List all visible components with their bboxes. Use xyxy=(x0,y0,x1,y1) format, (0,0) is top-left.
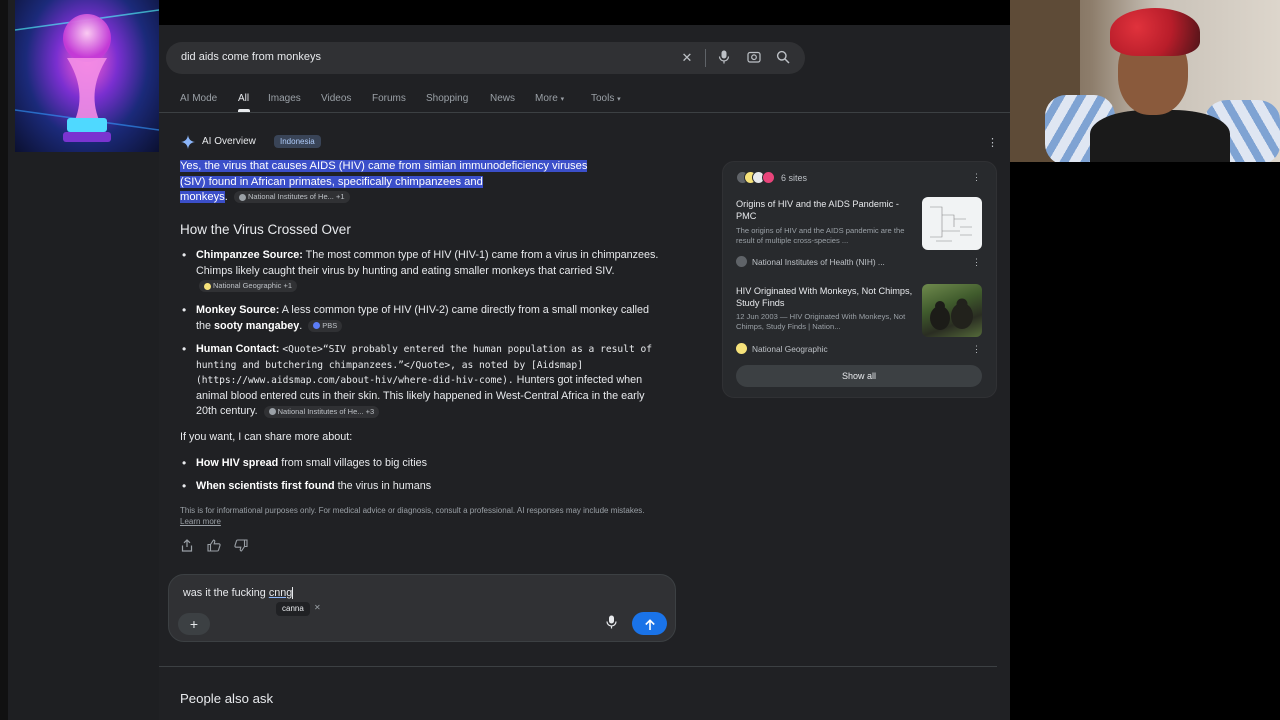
tab-videos[interactable]: Videos xyxy=(321,93,351,104)
sparkle-icon xyxy=(181,135,195,149)
citation-label: National Geographic +1 xyxy=(213,281,293,291)
tab-news[interactable]: News xyxy=(490,93,515,104)
source-favicons[interactable] xyxy=(736,171,776,184)
share-icon[interactable] xyxy=(181,539,193,555)
answer-line-1: Yes, the virus that causes AIDS (HIV) ca… xyxy=(180,160,588,172)
more-options-icon[interactable]: ⋮ xyxy=(972,344,981,355)
more-options-icon[interactable]: ⋮ xyxy=(987,136,998,149)
misspelled-word: cnng xyxy=(268,587,293,599)
webcam-feed xyxy=(1010,0,1280,162)
bullet-chimpanzee: Chimpanzee Source: The most common type … xyxy=(180,248,660,295)
top-black-bar xyxy=(159,0,1010,25)
ai-overview-title: AI Overview xyxy=(202,136,256,147)
nih-favicon xyxy=(736,256,747,267)
text-caret xyxy=(292,587,294,600)
search-divider xyxy=(705,49,706,67)
bullet-bold: Monkey Source: xyxy=(196,304,280,316)
tab-more[interactable]: More ▾ xyxy=(535,93,564,104)
right-black-area xyxy=(1010,162,1280,720)
add-attachment-button[interactable]: + xyxy=(178,613,210,635)
source-title-2[interactable]: HIV Originated With Monkeys, Not Chimps,… xyxy=(736,285,916,309)
disclaimer: This is for informational purposes only.… xyxy=(180,506,650,527)
citation-label: National Institutes of He... +3 xyxy=(277,406,375,416)
followup-input-box[interactable] xyxy=(168,574,676,642)
more-topic-1[interactable]: How HIV spread from small villages to bi… xyxy=(180,456,660,472)
bullet-bold-2: sooty mangabey xyxy=(214,319,300,332)
tab-more-label: More xyxy=(535,93,558,104)
thumbs-down-icon[interactable] xyxy=(234,539,248,555)
dismiss-suggestion-icon[interactable]: ✕ xyxy=(314,603,321,612)
lens-icon[interactable] xyxy=(746,50,762,66)
chevron-down-icon: ▾ xyxy=(617,96,621,103)
topic-text: from small villages to big cities xyxy=(278,457,428,469)
bullet-bold: Chimpanzee Source: xyxy=(196,249,303,261)
tab-ai-mode[interactable]: AI Mode xyxy=(180,93,217,104)
more-options-icon[interactable]: ⋮ xyxy=(972,257,981,268)
source-snippet-1: The origins of HIV and the AIDS pandemic… xyxy=(736,226,905,245)
answer-line-2: (SIV) found in African primates, specifi… xyxy=(180,175,483,188)
topic-bold: How HIV spread xyxy=(196,457,279,469)
bullet-human-contact: Human Contact: <Quote>“SIV probably ente… xyxy=(180,342,660,420)
more-topic-2[interactable]: When scientists first found the virus in… xyxy=(180,479,660,495)
source-snippet-2: 12 Jun 2003 — HIV Originated With Monkey… xyxy=(736,312,906,331)
bullet-end: . xyxy=(299,319,303,332)
citation-chip[interactable]: National Institutes of He... +3 xyxy=(263,405,380,418)
mic-icon[interactable] xyxy=(716,50,732,66)
source-site-2: National Geographic xyxy=(752,344,828,354)
location-chip[interactable]: Indonesia xyxy=(274,135,321,148)
followup-prompt-text: If you want, I can share more about: xyxy=(180,431,353,443)
ai-answer: Yes, the virus that causes AIDS (HIV) ca… xyxy=(180,160,588,204)
followup-typed: was it the fucking xyxy=(183,587,269,599)
tab-all[interactable]: All xyxy=(238,93,249,104)
followup-input[interactable]: was it the fucking cnng xyxy=(183,587,294,600)
voice-input-icon[interactable] xyxy=(606,615,617,632)
source-thumbnail-2[interactable] xyxy=(922,284,982,337)
source-thumbnail-1[interactable] xyxy=(922,197,982,250)
topic-text: the virus in humans xyxy=(334,480,432,492)
sites-count[interactable]: 6 sites xyxy=(781,173,807,183)
citation-label: National Institutes of He... +1 xyxy=(248,192,345,202)
search-icon[interactable] xyxy=(775,50,791,66)
source-title-1[interactable]: Origins of HIV and the AIDS Pandemic - P… xyxy=(736,198,916,222)
source-site-1: National Institutes of Health (NIH) ... xyxy=(752,257,885,267)
natgeo-favicon xyxy=(736,343,747,354)
trophy-overlay-image xyxy=(15,0,159,152)
close-icon[interactable]: ✕ xyxy=(679,50,695,66)
tab-forums[interactable]: Forums xyxy=(372,93,406,104)
more-options-icon[interactable]: ⋮ xyxy=(972,172,981,183)
spelling-suggestion[interactable]: canna xyxy=(276,602,310,616)
citation-chip[interactable]: National Geographic +1 xyxy=(199,280,298,293)
chevron-down-icon: ▾ xyxy=(560,96,565,103)
section-heading: How the Virus Crossed Over xyxy=(180,222,351,237)
bullet-bold: Human Contact: xyxy=(196,343,280,355)
tab-images[interactable]: Images xyxy=(268,93,301,104)
topic-bold: When scientists first found xyxy=(196,480,335,492)
tabs-divider xyxy=(159,112,1010,113)
send-button[interactable] xyxy=(632,612,667,635)
search-input[interactable]: did aids come from monkeys xyxy=(181,51,321,63)
tab-shopping[interactable]: Shopping xyxy=(426,93,468,104)
learn-more-link[interactable]: Learn more xyxy=(180,517,221,526)
tab-tools[interactable]: Tools ▾ xyxy=(591,93,621,104)
people-also-ask-heading: People also ask xyxy=(180,691,274,706)
section-divider xyxy=(159,666,997,667)
disclaimer-text: This is for informational purposes only.… xyxy=(180,506,645,515)
tab-tools-label: Tools xyxy=(591,93,615,104)
answer-line-3: monkeys xyxy=(180,191,225,204)
citation-chip[interactable]: PBS xyxy=(308,319,343,332)
citation-chip[interactable]: National Institutes of He... +1 xyxy=(234,191,350,204)
citation-label: PBS xyxy=(322,320,338,330)
thumbs-up-icon[interactable] xyxy=(207,539,221,555)
show-all-button[interactable]: Show all xyxy=(736,365,982,387)
bullet-monkey: Monkey Source: A less common type of HIV… xyxy=(180,303,660,334)
